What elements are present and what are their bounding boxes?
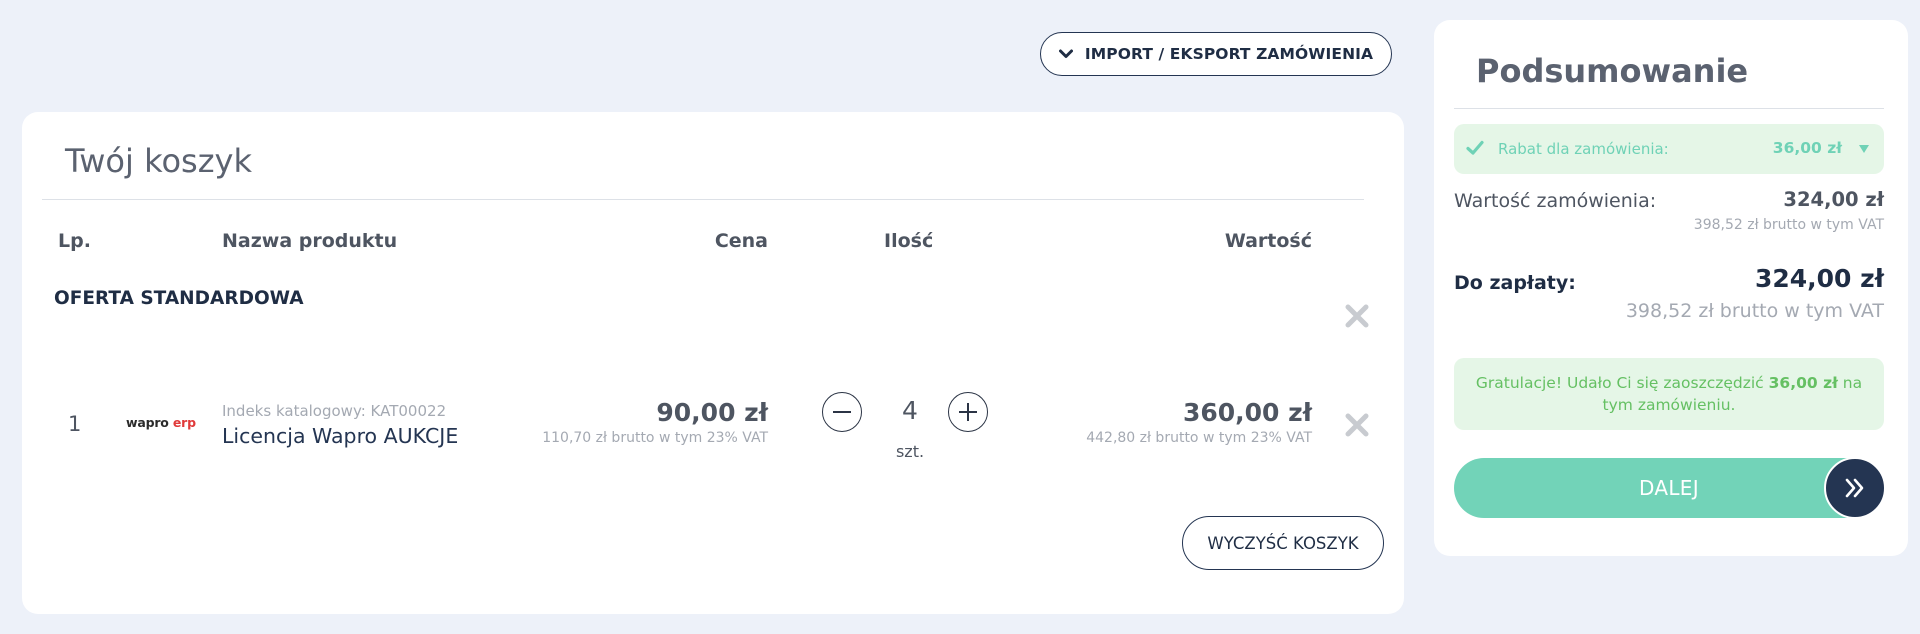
unit-price-gross: 110,70 zł brutto w tym 23% VAT xyxy=(542,430,768,446)
next-button[interactable]: DALEJ xyxy=(1454,457,1886,519)
savings-message: Gratulacje! Udało Ci się zaoszczędzić 36… xyxy=(1454,358,1884,430)
caret-down-icon xyxy=(1859,145,1869,153)
section-title: OFERTA STANDARDOWA xyxy=(54,288,304,309)
import-export-label: IMPORT / EKSPORT ZAMÓWIENIA xyxy=(1084,45,1374,63)
column-header-value: Wartość xyxy=(1224,230,1312,252)
to-pay-label: Do zapłaty: xyxy=(1454,272,1576,294)
cart-panel: Twój koszyk Lp. Nazwa produktu Cena Iloś… xyxy=(22,112,1404,614)
decrease-quantity-button[interactable] xyxy=(822,392,862,432)
divider xyxy=(42,199,1364,200)
next-label: DALEJ xyxy=(1639,476,1699,500)
cart-title: Twój koszyk xyxy=(65,142,252,180)
remove-item-icon[interactable] xyxy=(1344,412,1370,438)
column-header-lp: Lp. xyxy=(58,230,91,252)
summary-title: Podsumowanie xyxy=(1476,52,1749,90)
divider xyxy=(1454,108,1884,109)
row-lp: 1 xyxy=(68,412,82,436)
clear-cart-button[interactable]: WYCZYŚĆ KOSZYK xyxy=(1182,516,1384,570)
to-pay-amount: 324,00 zł xyxy=(1754,264,1884,293)
order-value-label: Wartość zamówienia: xyxy=(1454,190,1657,212)
to-pay-gross: 398,52 zł brutto w tym VAT xyxy=(1625,300,1884,322)
discount-label: Rabat dla zamówienia: xyxy=(1498,140,1669,158)
column-header-price: Cena xyxy=(714,230,768,252)
import-export-button[interactable]: IMPORT / EKSPORT ZAMÓWIENIA xyxy=(1040,32,1392,76)
column-header-qty: Ilość xyxy=(884,230,934,252)
quantity-value[interactable]: 4 xyxy=(890,396,930,425)
unit-price: 90,00 zł xyxy=(656,398,768,427)
discount-amount: 36,00 zł xyxy=(1772,139,1842,157)
quantity-unit: szt. xyxy=(895,442,925,461)
catalog-index: Indeks katalogowy: KAT00022 xyxy=(222,402,447,420)
check-icon xyxy=(1466,140,1484,155)
double-chevron-right-icon[interactable] xyxy=(1824,457,1886,519)
line-value-gross: 442,80 zł brutto w tym 23% VAT xyxy=(1086,430,1312,446)
summary-panel: Podsumowanie Rabat dla zamówienia: 36,00… xyxy=(1434,20,1908,556)
column-header-name: Nazwa produktu xyxy=(222,230,398,252)
discount-toggle[interactable]: Rabat dla zamówienia: 36,00 zł xyxy=(1454,124,1884,174)
chevron-down-icon xyxy=(1058,49,1073,58)
order-value-amount: 324,00 zł xyxy=(1783,188,1884,211)
increase-quantity-button[interactable] xyxy=(948,392,988,432)
remove-section-icon[interactable] xyxy=(1344,303,1370,329)
order-value-gross: 398,52 zł brutto w tym VAT xyxy=(1693,217,1884,233)
line-value: 360,00 zł xyxy=(1182,398,1312,427)
product-name[interactable]: Licencja Wapro AUKCJE xyxy=(222,424,458,448)
product-logo: wapro erp xyxy=(126,415,196,430)
